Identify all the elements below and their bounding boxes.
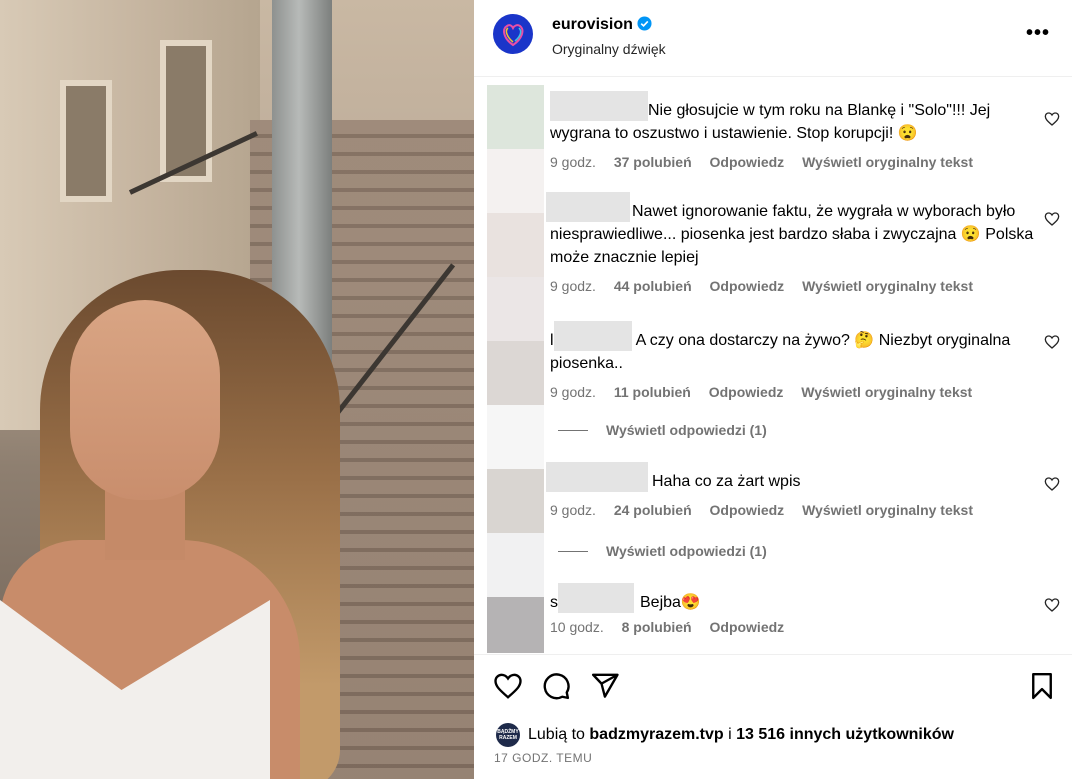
comment-meta: 10 godz. 8 polubień Odpowiedz: [550, 619, 1040, 635]
likes-summary[interactable]: BĄDŹMY RAZEM Lubią to badzmyrazem.tvp i …: [496, 723, 954, 747]
post-header: eurovision Oryginalny dźwięk •••: [474, 0, 1072, 77]
comment-text: Haha co za żart wpis: [652, 473, 801, 490]
eurovision-avatar[interactable]: [493, 14, 533, 54]
comment-meta: 9 godz. 44 polubień Odpowiedz Wyświetl o…: [550, 278, 1040, 294]
reply-button[interactable]: Odpowiedz: [709, 384, 784, 400]
comment-like-heart-icon[interactable]: [1044, 476, 1060, 492]
avatar: [487, 469, 544, 533]
view-replies-label[interactable]: Wyświetl odpowiedzi (1): [606, 543, 767, 559]
username-text[interactable]: eurovision: [552, 16, 633, 33]
heart-icon[interactable]: [493, 671, 523, 701]
window: [60, 80, 112, 202]
liked-user-link[interactable]: badzmyrazem.tvp: [589, 726, 723, 744]
comment-text-block: lA czy ona dostarczy na żywo? 🤔 Niezbyt …: [550, 321, 1040, 375]
blurred-username[interactable]: [553, 321, 632, 351]
see-translation-button[interactable]: Wyświetl oryginalny tekst: [802, 278, 973, 294]
comment-text-block: Nawet ignorowanie faktu, że wygrała w wy…: [546, 192, 1040, 269]
comment-time[interactable]: 9 godz.: [550, 154, 596, 170]
comment-meta: 9 godz. 37 polubień Odpowiedz Wyświetl o…: [550, 154, 1040, 170]
comment-likes[interactable]: 11 polubień: [614, 384, 691, 400]
comment-time[interactable]: 9 godz.: [550, 502, 596, 518]
view-replies-label[interactable]: Wyświetl odpowiedzi (1): [606, 422, 767, 438]
avatar: [487, 341, 544, 405]
comment-item: Nawet ignorowanie faktu, że wygrała w wy…: [546, 192, 1040, 294]
comment-prefix: s: [550, 594, 558, 611]
liked-others-link[interactable]: 13 516 innych użytkowników: [736, 726, 954, 744]
comment-like-heart-icon[interactable]: [1044, 111, 1060, 127]
replies-divider: [558, 551, 588, 552]
avatar: [487, 149, 544, 213]
comment-item: lA czy ona dostarczy na żywo? 🤔 Niezbyt …: [550, 321, 1040, 400]
liker-avatar[interactable]: BĄDŹMY RAZEM: [496, 723, 520, 747]
share-icon[interactable]: [590, 671, 620, 701]
see-translation-button[interactable]: Wyświetl oryginalny tekst: [801, 384, 972, 400]
avatar: [487, 213, 544, 277]
blurred-avatars-strip: [487, 85, 544, 653]
post-panel: eurovision Oryginalny dźwięk ••• Nie gło…: [474, 0, 1072, 779]
comment-text-block: s Bejba😍: [550, 583, 1040, 614]
post-timestamp[interactable]: 17 GODZ. TEMU: [494, 751, 592, 765]
comment-likes[interactable]: 44 polubień: [614, 278, 692, 294]
comment-time[interactable]: 9 godz.: [550, 384, 596, 400]
blurred-username[interactable]: [546, 192, 630, 222]
comment-likes[interactable]: 37 polubień: [614, 154, 692, 170]
post-media[interactable]: [0, 0, 474, 779]
avatar: [487, 405, 544, 469]
comment-like-heart-icon[interactable]: [1044, 597, 1060, 613]
comment-likes[interactable]: 8 polubień: [622, 619, 692, 635]
comment-meta: 9 godz. 24 polubień Odpowiedz Wyświetl o…: [550, 502, 1040, 518]
more-options-icon[interactable]: •••: [1026, 22, 1050, 45]
post-username[interactable]: eurovision: [552, 16, 652, 34]
liked-and: i: [728, 726, 732, 743]
comment-text-block: Nie głosujcie w tym roku na Blankę i "So…: [550, 91, 1040, 145]
blurred-username[interactable]: [546, 462, 648, 492]
verified-badge-icon: [637, 16, 652, 31]
reply-button[interactable]: Odpowiedz: [710, 154, 785, 170]
view-replies-button[interactable]: Wyświetl odpowiedzi (1): [558, 422, 767, 438]
blurred-username[interactable]: [558, 583, 634, 613]
comment-meta: 9 godz. 11 polubień Odpowiedz Wyświetl o…: [550, 384, 1040, 400]
see-translation-button[interactable]: Wyświetl oryginalny tekst: [802, 502, 973, 518]
reply-button[interactable]: Odpowiedz: [710, 278, 785, 294]
reply-button[interactable]: Odpowiedz: [710, 502, 785, 518]
comment-time[interactable]: 9 godz.: [550, 278, 596, 294]
comment-text-block: Haha co za żart wpis: [546, 462, 1040, 493]
avatar: [487, 85, 544, 149]
comment-text: Bejba😍: [640, 594, 701, 611]
face: [70, 300, 220, 500]
comment-item: s Bejba😍 10 godz. 8 polubień Odpowiedz: [550, 583, 1040, 635]
reply-button[interactable]: Odpowiedz: [710, 619, 785, 635]
eurovision-heart-logo: [503, 24, 524, 47]
post-actions: BĄDŹMY RAZEM Lubią to badzmyrazem.tvp i …: [474, 654, 1072, 780]
bookmark-icon[interactable]: [1027, 671, 1057, 701]
comment-like-heart-icon[interactable]: [1044, 211, 1060, 227]
comments-list[interactable]: Nie głosujcie w tym roku na Blankę i "So…: [474, 77, 1072, 653]
see-translation-button[interactable]: Wyświetl oryginalny tekst: [802, 154, 973, 170]
comment-likes[interactable]: 24 polubień: [614, 502, 692, 518]
audio-label[interactable]: Oryginalny dźwięk: [552, 41, 666, 57]
avatar: [487, 597, 544, 653]
blurred-username[interactable]: [550, 91, 648, 121]
avatar: [487, 277, 544, 341]
replies-divider: [558, 430, 588, 431]
comment-icon[interactable]: [541, 671, 571, 701]
comment-item: Nie głosujcie w tym roku na Blankę i "So…: [550, 91, 1040, 170]
liked-prefix: Lubią to: [528, 726, 585, 743]
window: [160, 40, 212, 182]
comment-time[interactable]: 10 godz.: [550, 619, 604, 635]
comment-like-heart-icon[interactable]: [1044, 334, 1060, 350]
avatar: [487, 533, 544, 597]
comment-item: Haha co za żart wpis 9 godz. 24 polubień…: [546, 462, 1040, 518]
view-replies-button[interactable]: Wyświetl odpowiedzi (1): [558, 543, 767, 559]
